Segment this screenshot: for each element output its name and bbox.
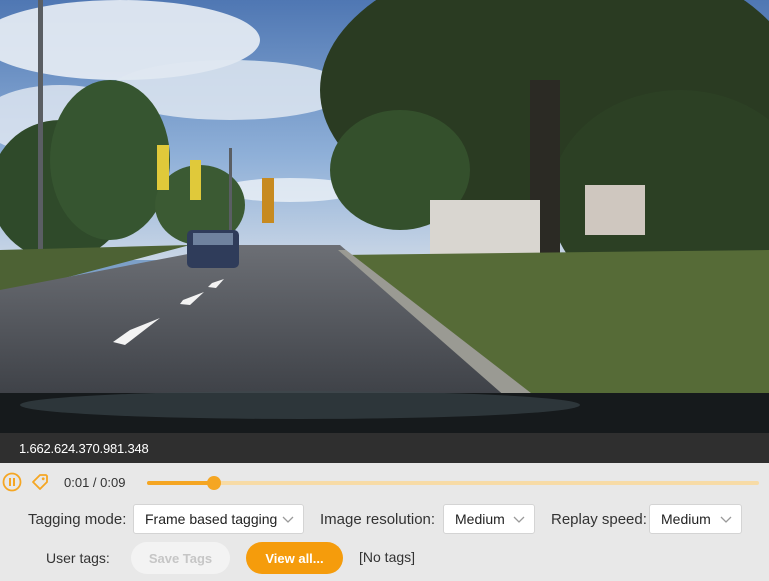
timestamp-bar: 1.662.624.370.981.348 xyxy=(0,433,769,463)
save-tags-button[interactable]: Save Tags xyxy=(131,542,230,574)
image-resolution-label: Image resolution: xyxy=(320,511,436,528)
replay-speed-value: Medium xyxy=(661,511,711,527)
tagging-mode-select[interactable]: Frame based tagging xyxy=(133,504,304,534)
pause-button[interactable] xyxy=(2,472,22,492)
tagging-mode-value: Frame based tagging xyxy=(145,511,278,527)
chevron-down-icon xyxy=(513,516,525,523)
tagging-mode-label: Tagging mode: xyxy=(28,511,127,528)
no-tags-text: [No tags] xyxy=(359,549,416,565)
pause-icon xyxy=(2,472,22,492)
chevron-down-icon xyxy=(282,516,294,523)
view-all-button[interactable]: View all... xyxy=(246,542,343,574)
tag-icon xyxy=(32,474,48,490)
progress-fill xyxy=(147,481,215,485)
video-frame[interactable] xyxy=(0,0,769,433)
replay-speed-select[interactable]: Medium xyxy=(649,504,742,534)
dashcam-frame-image xyxy=(0,0,769,433)
frame-timestamp: 1.662.624.370.981.348 xyxy=(19,441,149,456)
time-display: 0:01 / 0:09 xyxy=(64,475,126,490)
progress-slider[interactable] xyxy=(147,476,759,490)
replay-speed-label: Replay speed: xyxy=(551,511,647,528)
user-tags-label: User tags: xyxy=(46,550,110,566)
image-resolution-select[interactable]: Medium xyxy=(443,504,535,534)
tag-button[interactable] xyxy=(30,472,50,492)
image-resolution-value: Medium xyxy=(455,511,505,527)
chevron-down-icon xyxy=(720,516,732,523)
